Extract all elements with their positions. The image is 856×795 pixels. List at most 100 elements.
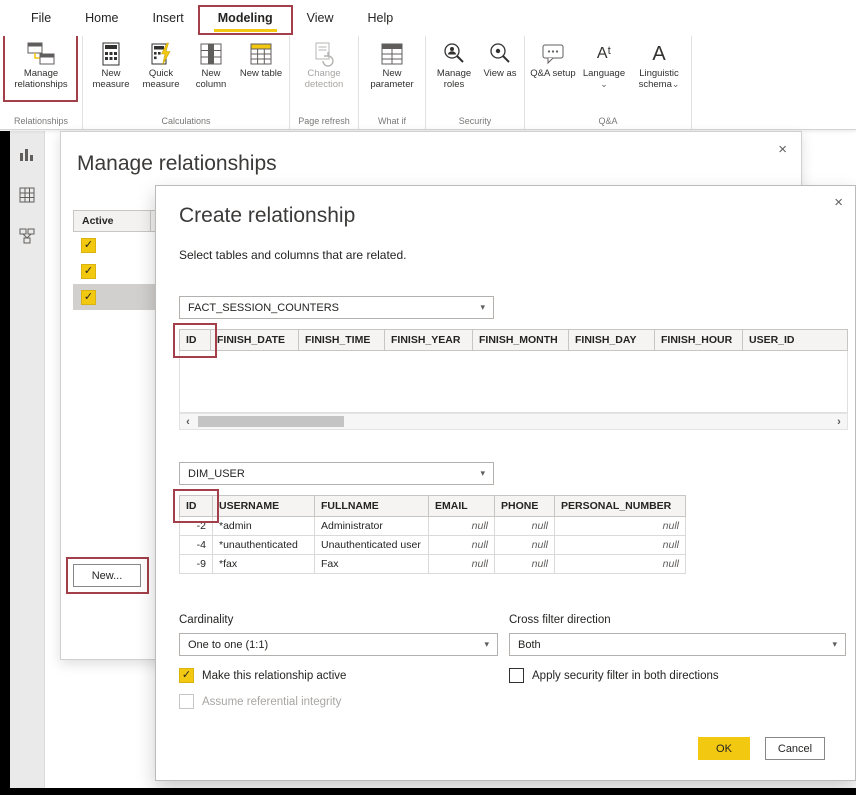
report-view-icon[interactable]: [17, 144, 37, 164]
lower-grid-header: ID USERNAME FULLNAME EMAIL PHONE PERSONA…: [179, 495, 686, 517]
view-sidebar: [10, 131, 45, 788]
tab-view[interactable]: View: [290, 0, 351, 36]
qa-setup-button[interactable]: Q&A setup: [528, 36, 578, 79]
manage-relationships-icon: [26, 40, 56, 68]
ribbon-group-relationships: Manage relationships Relationships: [0, 36, 83, 129]
language-button[interactable]: Aᵗ Language ⌄: [578, 36, 630, 90]
upper-table-grid: ID FINISH_DATE FINISH_TIME FINISH_YEAR F…: [179, 329, 848, 413]
group-caption-what-if: What if: [362, 112, 422, 129]
manage-dialog-title: Manage relationships: [77, 152, 277, 176]
table-row[interactable]: -9 *fax Fax null null null: [179, 555, 686, 574]
relationship-active-checkbox[interactable]: ✓: [81, 238, 96, 253]
upper-table-dropdown[interactable]: FACT_SESSION_COUNTERS ▾: [179, 296, 494, 319]
status-bar: [0, 788, 856, 795]
cross-filter-dropdown[interactable]: Both ▾: [509, 633, 846, 656]
column-header[interactable]: FULLNAME: [315, 495, 429, 517]
cancel-button[interactable]: Cancel: [765, 737, 825, 760]
lower-table-dropdown[interactable]: DIM_USER ▾: [179, 462, 494, 485]
column-header[interactable]: FINISH_DAY: [569, 329, 655, 351]
quick-measure-button[interactable]: Quick measure: [136, 36, 186, 90]
scrollbar-thumb[interactable]: [198, 416, 344, 427]
manage-relationships-button[interactable]: Manage relationships: [3, 36, 79, 90]
linguistic-schema-icon: A: [652, 40, 665, 68]
qa-setup-icon: [540, 40, 566, 68]
dropdown-arrow-icon: ▾: [480, 468, 485, 479]
active-column-header[interactable]: Active: [73, 210, 151, 232]
column-header[interactable]: FINISH_HOUR: [655, 329, 743, 351]
change-detection-icon: [312, 40, 336, 68]
column-header[interactable]: FINISH_MONTH: [473, 329, 569, 351]
new-table-icon: [249, 40, 273, 68]
column-header[interactable]: USER_ID: [743, 329, 848, 351]
left-edge-bar: [0, 131, 10, 795]
column-header[interactable]: PHONE: [495, 495, 555, 517]
scroll-right-icon[interactable]: ›: [831, 414, 847, 429]
column-header[interactable]: EMAIL: [429, 495, 495, 517]
scroll-left-icon[interactable]: ‹: [180, 414, 196, 429]
change-detection-button: Change detection: [293, 36, 355, 90]
linguistic-schema-button[interactable]: A Linguistic schema⌄: [630, 36, 688, 90]
cardinality-dropdown[interactable]: One to one (1:1) ▾: [179, 633, 498, 656]
group-caption-calculations: Calculations: [86, 112, 286, 129]
ribbon-tab-row: File Home Insert Modeling View Help: [0, 0, 856, 36]
close-icon[interactable]: ×: [834, 195, 843, 210]
group-caption-relationships: Relationships: [3, 112, 79, 129]
column-header[interactable]: FINISH_DATE: [211, 329, 299, 351]
make-active-checkbox[interactable]: ✓: [179, 668, 194, 683]
column-header[interactable]: USERNAME: [213, 495, 315, 517]
new-parameter-button[interactable]: New parameter: [362, 36, 422, 90]
model-view-icon[interactable]: [17, 226, 37, 246]
table-row[interactable]: -4 *unauthenticated Unauthenticated user…: [179, 536, 686, 555]
manage-roles-icon: [441, 40, 467, 68]
column-header[interactable]: PERSONAL_NUMBER: [555, 495, 686, 517]
relationship-active-checkbox[interactable]: ✓: [81, 290, 96, 305]
security-filter-option[interactable]: Apply security filter in both directions: [509, 668, 719, 683]
dropdown-arrow-icon: ▾: [480, 302, 485, 313]
new-measure-icon: [100, 40, 122, 68]
linguistic-schema-label: Linguistic schema⌄: [630, 68, 688, 90]
data-view-icon[interactable]: [17, 185, 37, 205]
column-header-id[interactable]: ID: [179, 329, 211, 351]
cross-filter-label: Cross filter direction: [509, 614, 611, 626]
column-header-id[interactable]: ID: [179, 495, 213, 517]
horizontal-scrollbar[interactable]: ‹ ›: [179, 413, 848, 430]
ribbon: Manage relationships Relationships: [0, 36, 856, 130]
group-caption-security: Security: [429, 112, 521, 129]
group-caption-qa: Q&A: [528, 112, 688, 129]
chevron-down-icon: ⌄: [672, 79, 680, 89]
cardinality-label: Cardinality: [179, 614, 233, 626]
new-relationship-button[interactable]: New...: [73, 564, 141, 587]
ok-button[interactable]: OK: [698, 737, 750, 760]
create-dialog-subtitle: Select tables and columns that are relat…: [179, 248, 406, 262]
view-as-button[interactable]: View as: [479, 36, 521, 79]
ribbon-group-what-if: New parameter What if: [359, 36, 426, 129]
tab-help[interactable]: Help: [351, 0, 411, 36]
new-column-button[interactable]: New column: [186, 36, 236, 90]
new-parameter-icon: [380, 40, 404, 68]
upper-grid-header: ID FINISH_DATE FINISH_TIME FINISH_YEAR F…: [179, 329, 848, 351]
new-measure-button[interactable]: New measure: [86, 36, 136, 90]
security-filter-checkbox[interactable]: [509, 668, 524, 683]
table-row[interactable]: -2 *admin Administrator null null null: [179, 517, 686, 536]
upper-grid-body: [179, 351, 848, 413]
manage-roles-button[interactable]: Manage roles: [429, 36, 479, 90]
tab-insert[interactable]: Insert: [136, 0, 201, 36]
referential-integrity-option: Assume referential integrity: [179, 694, 341, 709]
column-header[interactable]: FINISH_YEAR: [385, 329, 473, 351]
view-as-icon: [487, 40, 513, 68]
tab-home[interactable]: Home: [68, 0, 135, 36]
column-header[interactable]: FINISH_TIME: [299, 329, 385, 351]
ribbon-group-calculations: New measure Quick measure: [83, 36, 290, 129]
powerbi-window: File Home Insert Modeling View Help: [0, 0, 856, 795]
language-icon: Aᵗ: [597, 40, 611, 68]
ribbon-group-page-refresh: Change detection Page refresh: [290, 36, 359, 129]
tab-modeling[interactable]: Modeling: [201, 0, 290, 36]
new-table-button[interactable]: New table: [236, 36, 286, 79]
group-caption-page-refresh: Page refresh: [293, 112, 355, 129]
close-icon[interactable]: ×: [778, 142, 787, 157]
chevron-down-icon: ⌄: [600, 79, 608, 89]
relationship-active-checkbox[interactable]: ✓: [81, 264, 96, 279]
make-active-option[interactable]: ✓ Make this relationship active: [179, 668, 346, 683]
new-column-icon: [199, 40, 223, 68]
tab-file[interactable]: File: [14, 0, 68, 36]
